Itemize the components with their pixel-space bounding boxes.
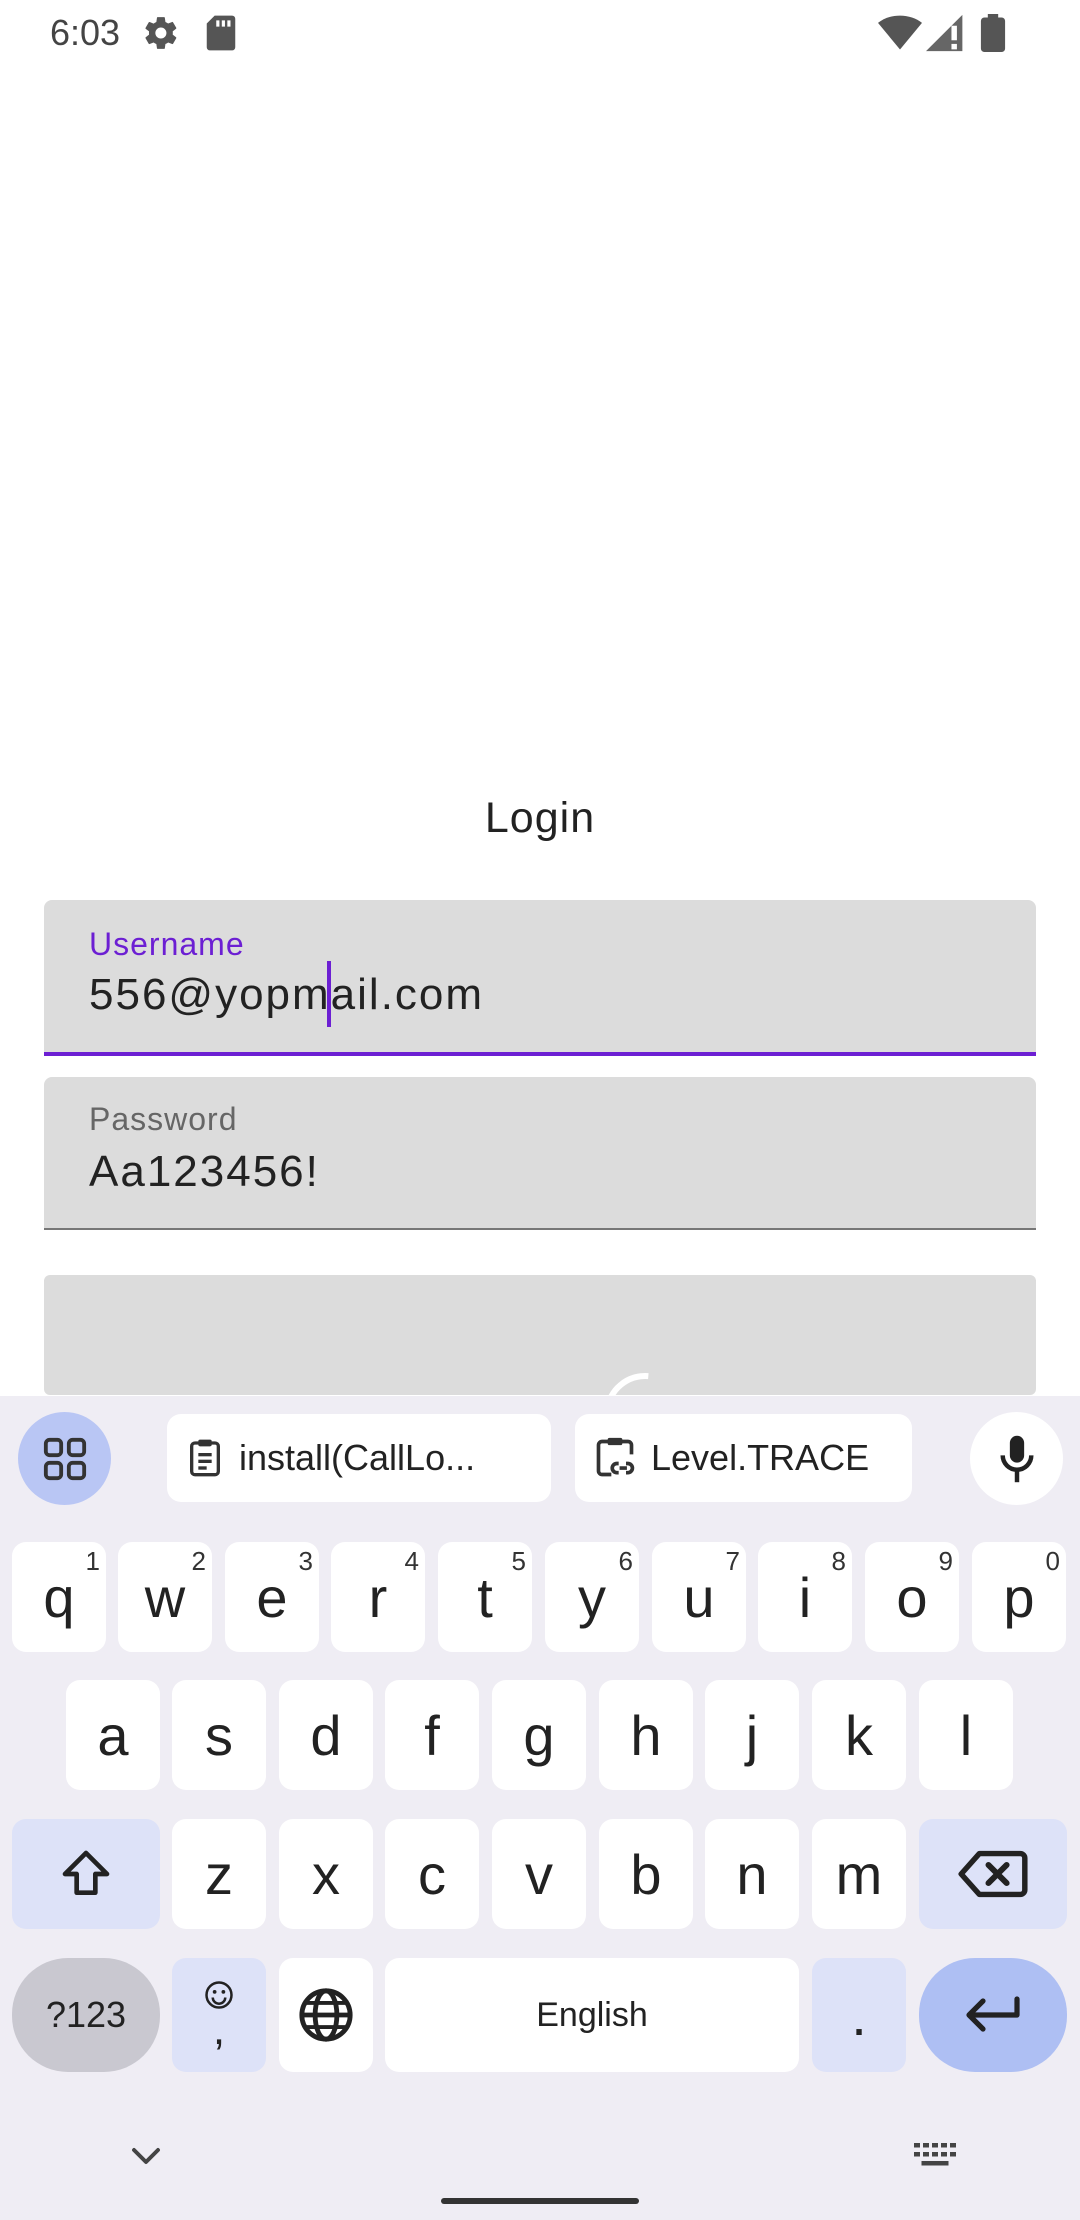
key-b[interactable]: b bbox=[599, 1819, 693, 1929]
key-g[interactable]: g bbox=[492, 1680, 586, 1790]
key-y[interactable]: y6 bbox=[545, 1542, 639, 1652]
key-j[interactable]: j bbox=[705, 1680, 799, 1790]
backspace-icon bbox=[958, 1850, 1028, 1898]
status-time: 6:03 bbox=[50, 12, 121, 53]
key-i[interactable]: i8 bbox=[758, 1542, 852, 1652]
enter-key[interactable] bbox=[919, 1958, 1067, 2072]
username-field[interactable]: Username 556@yopmail.com bbox=[44, 900, 1036, 1056]
cellular-signal-icon bbox=[926, 14, 963, 52]
clipboard-suggestion-1[interactable]: install(CallLo... bbox=[167, 1414, 551, 1502]
text-cursor bbox=[327, 961, 331, 1027]
login-title: Login bbox=[484, 794, 596, 842]
keyboard-apps-button[interactable] bbox=[18, 1412, 111, 1505]
clipboard-icon bbox=[190, 1439, 220, 1477]
settings-icon bbox=[145, 17, 177, 49]
key-q[interactable]: q1 bbox=[12, 1542, 106, 1652]
collapse-keyboard-icon[interactable] bbox=[128, 2143, 164, 2169]
key-r[interactable]: r4 bbox=[331, 1542, 425, 1652]
key-t[interactable]: t5 bbox=[438, 1542, 532, 1652]
login-button[interactable] bbox=[44, 1275, 1036, 1395]
key-k[interactable]: k bbox=[812, 1680, 906, 1790]
key-u[interactable]: u7 bbox=[652, 1542, 746, 1652]
grid-icon bbox=[43, 1437, 86, 1480]
clipboard-suggestion-2[interactable]: Level.TRACE bbox=[575, 1414, 912, 1502]
key-l[interactable]: l bbox=[919, 1680, 1013, 1790]
key-m[interactable]: m bbox=[812, 1819, 906, 1929]
username-input[interactable]: 556@yopmail.com bbox=[89, 970, 484, 1020]
loading-spinner-icon bbox=[587, 1356, 703, 1395]
key-a[interactable]: a bbox=[66, 1680, 160, 1790]
password-input[interactable]: Aa123456! bbox=[89, 1147, 320, 1197]
comma-label: , bbox=[212, 2005, 226, 2054]
key-f[interactable]: f bbox=[385, 1680, 479, 1790]
key-z[interactable]: z bbox=[172, 1819, 266, 1929]
key-c[interactable]: c bbox=[385, 1819, 479, 1929]
language-key[interactable] bbox=[279, 1958, 373, 2072]
emoji-comma-key[interactable]: , bbox=[172, 1958, 266, 2072]
clipboard-link-icon bbox=[596, 1437, 635, 1477]
key-d[interactable]: d bbox=[279, 1680, 373, 1790]
password-field[interactable]: Password Aa123456! bbox=[44, 1077, 1036, 1230]
key-w[interactable]: w2 bbox=[118, 1542, 212, 1652]
key-x[interactable]: x bbox=[279, 1819, 373, 1929]
voice-input-button[interactable] bbox=[970, 1412, 1063, 1505]
space-key[interactable]: English bbox=[385, 1958, 799, 2072]
shift-key[interactable] bbox=[12, 1819, 160, 1929]
symbols-key[interactable]: ?123 bbox=[12, 1958, 160, 2072]
microphone-icon bbox=[999, 1435, 1034, 1482]
home-gesture-bar[interactable] bbox=[441, 2198, 639, 2204]
shift-icon bbox=[62, 1850, 110, 1895]
key-e[interactable]: e3 bbox=[225, 1542, 319, 1652]
key-o[interactable]: o9 bbox=[865, 1542, 959, 1652]
enter-arrow-icon bbox=[966, 1996, 1020, 2032]
status-bar: 6:03 bbox=[0, 0, 1080, 66]
password-label: Password bbox=[89, 1101, 238, 1137]
backspace-key[interactable] bbox=[919, 1819, 1067, 1929]
key-p[interactable]: p0 bbox=[972, 1542, 1066, 1652]
soft-keyboard: install(CallLo... Level.TRACE q1 w2 e3 r… bbox=[0, 1396, 1080, 2220]
key-s[interactable]: s bbox=[172, 1680, 266, 1790]
period-key[interactable]: . bbox=[812, 1958, 906, 2072]
battery-icon bbox=[980, 14, 1006, 52]
key-v[interactable]: v bbox=[492, 1819, 586, 1929]
username-label: Username bbox=[89, 926, 245, 962]
suggestion-strip: install(CallLo... Level.TRACE bbox=[0, 1396, 1080, 1516]
clipboard-suggestion-2-label: Level.TRACE bbox=[651, 1437, 870, 1478]
sd-card-icon bbox=[206, 15, 236, 51]
key-n[interactable]: n bbox=[705, 1819, 799, 1929]
keyboard-switcher-icon[interactable] bbox=[912, 2140, 958, 2170]
wifi-icon bbox=[878, 15, 922, 50]
key-h[interactable]: h bbox=[599, 1680, 693, 1790]
clipboard-suggestion-1-label: install(CallLo... bbox=[239, 1437, 476, 1478]
globe-icon bbox=[299, 1988, 353, 2042]
